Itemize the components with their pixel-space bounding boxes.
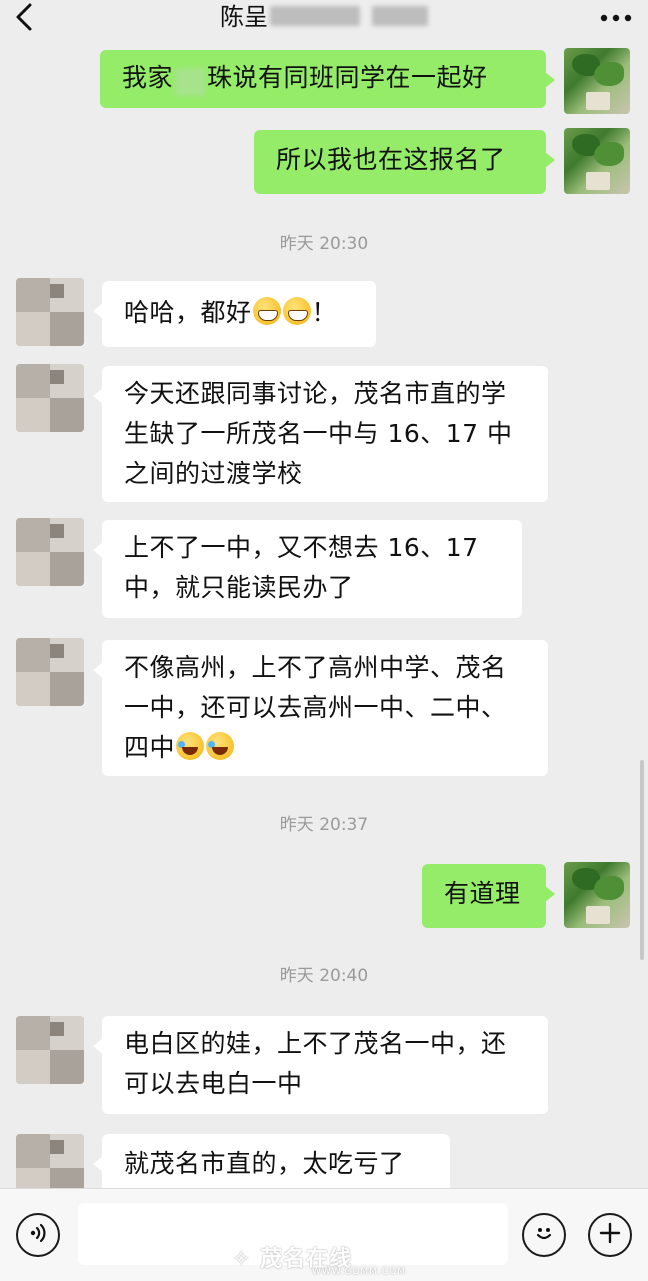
my-avatar[interactable] (564, 48, 630, 114)
message-bubble-sent[interactable]: 所以我也在这报名了 (254, 130, 555, 194)
message-text: 有道理 (444, 879, 521, 908)
message-bubble-received[interactable]: 不像高州，上不了高州中学、茂名 一中，还可以去高州一中、二中、 四中 (93, 640, 548, 776)
message-line: 四中 (124, 733, 176, 762)
contact-avatar[interactable] (16, 364, 84, 432)
smiley-icon (531, 1220, 557, 1250)
message-text-part: 我家 (122, 63, 174, 92)
message-line: 电白区的娃，上不了茂名一中，还 (124, 1029, 507, 1058)
chat-header: 陈呈 (0, 0, 648, 40)
plus-icon (598, 1221, 622, 1249)
grin-emoji-icon (282, 297, 311, 325)
message-text: 所以我也在这报名了 (276, 145, 506, 174)
back-button[interactable] (14, 2, 54, 36)
emoji-button[interactable] (522, 1213, 566, 1257)
message-line: 可以去电白一中 (124, 1069, 303, 1098)
grin-emoji-icon (252, 297, 281, 325)
chat-title: 陈呈 (220, 3, 268, 31)
message-bubble-received[interactable]: 哈哈，都好 ！ (93, 281, 376, 347)
scrollbar[interactable] (640, 760, 644, 960)
message-line: 中，就只能读民办了 (124, 573, 354, 602)
star-logo-icon: ✧ (232, 1247, 252, 1272)
message-text: 就茂名市直的，太吃亏了 (124, 1149, 405, 1178)
message-line: 之间的过渡学校 (124, 459, 303, 488)
laugh-cry-emoji-icon (206, 732, 235, 760)
more-dots-icon (600, 8, 632, 27)
message-bubble-sent[interactable]: 我家 珠说有同班同学在一起好 (100, 50, 555, 108)
my-avatar[interactable] (564, 862, 630, 928)
timestamp: 昨天 20:40 (279, 966, 369, 986)
message-line: 今天还跟同事讨论，茂名市直的学 (124, 379, 507, 408)
input-bar: ✧ 茂名在线 WWW.GDMM.COM (0, 1188, 648, 1281)
contact-avatar[interactable] (16, 278, 84, 346)
message-line: 不像高州，上不了高州中学、茂名 (124, 653, 507, 682)
message-bubble-received[interactable]: 上不了一中，又不想去 16、17 中，就只能读民办了 (93, 520, 522, 618)
contact-avatar[interactable] (16, 518, 84, 586)
message-text-part: 珠说有同班同学在一起好 (207, 63, 488, 92)
chevron-left-icon (14, 2, 34, 36)
message-line: 生缺了一所茂名一中与 16、17 中 (124, 419, 513, 448)
watermark-url: WWW.GDMM.COM (312, 1267, 406, 1277)
my-avatar[interactable] (564, 128, 630, 194)
contact-avatar[interactable] (16, 1016, 84, 1084)
message-bubble-sent[interactable]: 有道理 (422, 864, 555, 928)
message-line: 上不了一中，又不想去 16、17 (124, 533, 479, 562)
more-button[interactable] (592, 2, 632, 32)
timestamp: 昨天 20:37 (279, 815, 369, 835)
redacted-name-blur (270, 6, 360, 26)
contact-avatar[interactable] (16, 638, 84, 706)
message-text-suffix: ！ (311, 298, 338, 327)
message-line: 一中，还可以去高州一中、二中、 (124, 693, 507, 722)
message-text: 哈哈，都好 (124, 298, 252, 327)
redacted-name-blur (372, 6, 428, 26)
voice-icon (27, 1222, 49, 1248)
voice-button[interactable] (16, 1213, 60, 1257)
message-bubble-received[interactable]: 电白区的娃，上不了茂名一中，还 可以去电白一中 (93, 1016, 548, 1114)
redacted-blur (175, 67, 206, 96)
more-functions-button[interactable] (588, 1213, 632, 1257)
timestamp: 昨天 20:30 (279, 234, 369, 254)
message-bubble-received[interactable]: 今天还跟同事讨论，茂名市直的学 生缺了一所茂名一中与 16、17 中 之间的过渡… (93, 366, 548, 502)
laugh-cry-emoji-icon (176, 732, 205, 760)
message-bubble-received[interactable]: 就茂名市直的，太吃亏了 (93, 1134, 450, 1196)
